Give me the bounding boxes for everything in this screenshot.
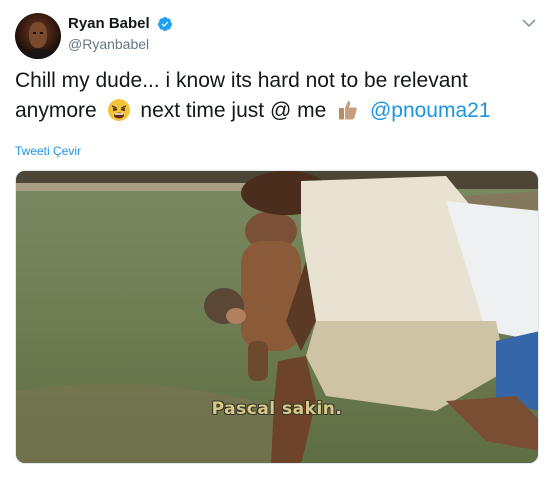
tweet-text-part2: next time just @ me bbox=[140, 99, 327, 122]
avatar[interactable] bbox=[15, 13, 61, 59]
tweet-text: Chill my dude... i know its hard not to … bbox=[15, 66, 540, 126]
author-block[interactable]: Ryan Babel @Ryanbabel bbox=[68, 15, 173, 52]
verified-badge-icon bbox=[158, 16, 173, 31]
tweet-card[interactable]: Ryan Babel @Ryanbabel Chill my dude... i… bbox=[0, 0, 550, 482]
avatar-eye bbox=[33, 32, 36, 34]
display-name[interactable]: Ryan Babel bbox=[68, 15, 150, 32]
avatar-shoulder bbox=[18, 49, 58, 59]
mention-link[interactable]: @pnouma21 bbox=[370, 99, 491, 122]
thumbs-up-emoji-icon bbox=[339, 101, 357, 120]
avatar-face bbox=[29, 22, 47, 48]
translate-tweet-link[interactable]: Tweeti Çevir bbox=[15, 144, 81, 158]
avatar-eye bbox=[40, 32, 43, 34]
video-subtitle: Pascal sakin. bbox=[211, 399, 343, 419]
media-video[interactable]: Pascal sakin. bbox=[15, 170, 539, 464]
weary-face-emoji-icon bbox=[107, 99, 130, 121]
chevron-down-icon[interactable] bbox=[522, 18, 536, 28]
video-frame bbox=[16, 171, 538, 463]
handle[interactable]: @Ryanbabel bbox=[68, 36, 173, 52]
